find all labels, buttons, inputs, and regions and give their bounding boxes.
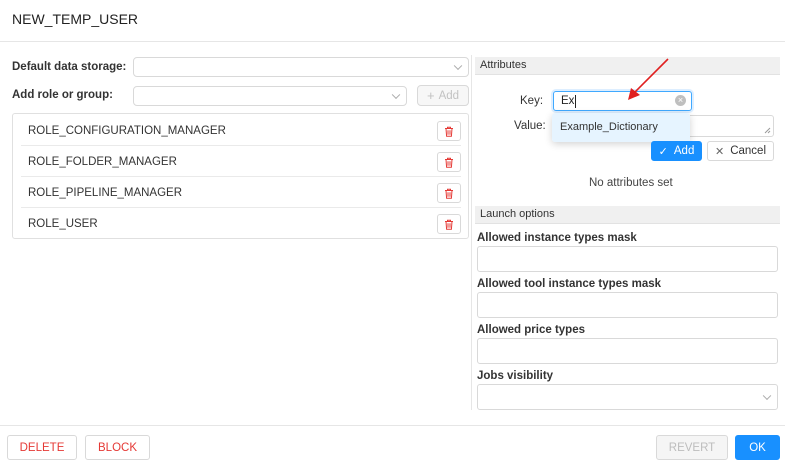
chevron-down-icon	[391, 90, 401, 100]
column-divider	[471, 55, 472, 410]
tool-instance-types-label: Allowed tool instance types mask	[477, 278, 662, 290]
trash-icon	[445, 219, 453, 230]
role-row: ROLE_PIPELINE_MANAGER	[21, 177, 461, 208]
autocomplete-option[interactable]: Example_Dictionary	[552, 113, 690, 142]
role-row: ROLE_CONFIGURATION_MANAGER	[21, 115, 461, 146]
role-row: ROLE_USER	[21, 208, 461, 239]
role-name: ROLE_CONFIGURATION_MANAGER	[28, 125, 226, 137]
delete-button[interactable]: DELETE	[7, 435, 77, 460]
default-storage-select[interactable]	[133, 57, 469, 77]
launch-options-header: Launch options	[475, 206, 780, 224]
role-list: ROLE_CONFIGURATION_MANAGER ROLE_FOLDER_M…	[12, 113, 469, 239]
dialog-title: NEW_TEMP_USER	[12, 11, 139, 27]
close-icon: ✕	[714, 145, 725, 158]
price-types-label: Allowed price types	[477, 324, 586, 336]
delete-role-button[interactable]	[437, 183, 461, 203]
no-attributes-text: No attributes set	[589, 177, 673, 189]
clear-icon[interactable]: ×	[675, 95, 686, 106]
trash-icon	[445, 126, 453, 137]
trash-icon	[445, 157, 453, 168]
role-row: ROLE_FOLDER_MANAGER	[21, 146, 461, 177]
add-role-button-label: Add	[438, 89, 460, 102]
delete-role-button[interactable]	[437, 214, 461, 234]
delete-role-button[interactable]	[437, 152, 461, 172]
cancel-attribute-label: Cancel	[730, 145, 767, 157]
trash-icon	[445, 188, 453, 199]
value-label: Value:	[514, 120, 546, 132]
key-input-value: Ex	[561, 95, 575, 107]
role-name: ROLE_USER	[28, 218, 98, 230]
tool-instance-types-input[interactable]	[477, 292, 778, 318]
add-role-button[interactable]: + Add	[417, 85, 469, 106]
ok-button[interactable]: OK	[735, 435, 780, 460]
add-attribute-label: Add	[673, 145, 695, 157]
key-label: Key:	[520, 95, 544, 107]
footer-divider	[0, 425, 785, 426]
chevron-down-icon	[453, 61, 463, 71]
add-role-label: Add role or group:	[12, 89, 113, 101]
add-role-select[interactable]	[133, 86, 407, 106]
text-caret	[575, 95, 576, 108]
block-button[interactable]: BLOCK	[85, 435, 150, 460]
delete-role-button[interactable]	[437, 121, 461, 141]
price-types-input[interactable]	[477, 338, 778, 364]
default-storage-label: Default data storage:	[12, 61, 127, 73]
resize-handle-icon[interactable]	[764, 127, 771, 134]
add-attribute-button[interactable]: ✓ Add	[651, 141, 702, 161]
role-name: ROLE_PIPELINE_MANAGER	[28, 187, 183, 199]
check-icon: ✓	[658, 145, 668, 158]
jobs-visibility-label: Jobs visibility	[477, 370, 554, 382]
role-name: ROLE_FOLDER_MANAGER	[28, 156, 177, 168]
annotation-arrow-icon	[628, 58, 669, 100]
autocomplete-dropdown: Example_Dictionary	[552, 113, 690, 142]
chevron-down-icon	[762, 391, 772, 401]
instance-types-input[interactable]	[477, 246, 778, 272]
revert-button[interactable]: REVERT	[656, 435, 728, 460]
plus-icon: +	[426, 88, 435, 103]
jobs-visibility-select[interactable]	[477, 384, 778, 410]
cancel-attribute-button[interactable]: ✕ Cancel	[707, 141, 774, 161]
header-divider	[0, 41, 785, 42]
instance-types-label: Allowed instance types mask	[477, 232, 637, 244]
